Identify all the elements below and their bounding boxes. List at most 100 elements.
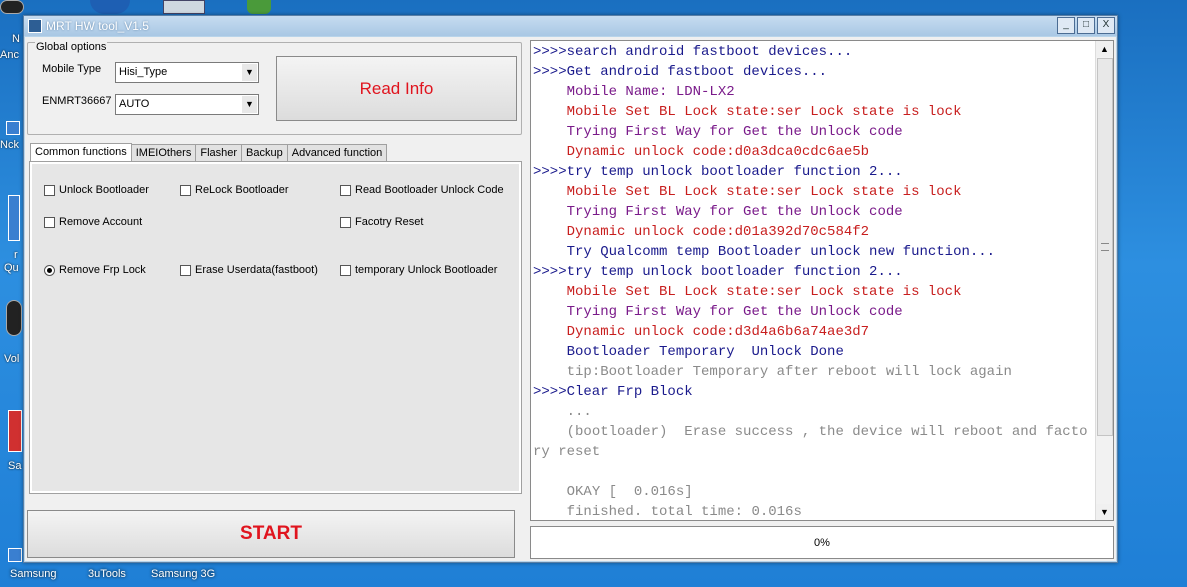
start-button[interactable]: START: [27, 510, 515, 558]
progress-bar: 0%: [530, 526, 1114, 559]
checkbox[interactable]: [340, 184, 351, 196]
desktop-icon-bottom-left[interactable]: [8, 548, 22, 562]
option-label: Erase Userdata(fastboot): [195, 264, 318, 276]
log-line: Trying First Way for Get the Unlock code: [533, 304, 903, 320]
read-bootloader-unlock-code-option[interactable]: Read Bootloader Unlock Code: [340, 184, 504, 196]
teamviewer-icon: [90, 0, 130, 14]
log-line: Trying First Way for Get the Unlock code: [533, 124, 903, 140]
android-icon: [247, 0, 271, 14]
desktop-icon-monitor[interactable]: [163, 0, 205, 14]
log-line: Bootloader Temporary Unlock Done: [533, 344, 844, 360]
app-icon: [8, 195, 20, 241]
scroll-up-icon[interactable]: ▲: [1096, 41, 1113, 57]
checkbox[interactable]: [44, 184, 55, 196]
option-label: ReLock Bootloader: [195, 184, 289, 196]
tab-advanced-function[interactable]: Advanced function: [286, 144, 388, 161]
tab-common-functions[interactable]: Common functions: [30, 143, 132, 162]
desktop-icon-vol[interactable]: Vol: [4, 300, 22, 365]
log-line: >>>>try temp unlock bootloader function …: [533, 264, 903, 280]
window-client: Global options Mobile Type Hisi_Type ▼ E…: [25, 37, 1116, 561]
desktop-label-samsung[interactable]: Samsung: [10, 568, 56, 580]
enmrt-label: ENMRT36667: [42, 95, 112, 107]
progress-text: 0%: [814, 536, 830, 549]
app-window: MRT HW tool_V1.5 _ □ X Global options Mo…: [23, 15, 1118, 563]
remove-frp-lock-option[interactable]: Remove Frp Lock: [44, 264, 146, 276]
factory-reset-option[interactable]: Facotry Reset: [340, 216, 423, 228]
log-output[interactable]: >>>>search android fastboot devices... >>…: [530, 40, 1114, 521]
checkbox[interactable]: [180, 264, 191, 276]
read-info-button[interactable]: Read Info: [276, 56, 517, 121]
enmrt-value: AUTO: [119, 98, 150, 110]
desktop-label: Sa: [8, 460, 22, 472]
unlock-bootloader-option[interactable]: Unlock Bootloader: [44, 184, 149, 196]
group-legend: Global options: [35, 41, 108, 53]
app-icon: [28, 19, 42, 33]
mobile-type-select[interactable]: Hisi_Type ▼: [115, 62, 259, 83]
checkbox[interactable]: [340, 264, 351, 276]
chevron-down-icon[interactable]: ▼: [242, 64, 257, 81]
option-label: Read Bootloader Unlock Code: [355, 184, 504, 196]
log-line: Mobile Set BL Lock state:ser Lock state …: [533, 104, 962, 120]
grip-icon: [1101, 243, 1109, 251]
temporary-unlock-bootloader-option[interactable]: temporary Unlock Bootloader: [340, 264, 497, 276]
tab-flasher[interactable]: Flasher: [195, 144, 243, 161]
log-line: ...: [533, 404, 592, 420]
log-line: >>>>try temp unlock bootloader function …: [533, 164, 903, 180]
relock-bootloader-option[interactable]: ReLock Bootloader: [180, 184, 289, 196]
log-line: OKAY [ 0.016s]: [533, 484, 693, 500]
window-controls: _ □ X: [1057, 17, 1115, 34]
option-label: Unlock Bootloader: [59, 184, 149, 196]
app-icon: [8, 548, 22, 562]
desktop-label: N: [12, 33, 20, 45]
radio-button[interactable]: [44, 264, 55, 276]
desktop-icon-samsung-side[interactable]: Sa: [8, 410, 22, 472]
desktop-icon-qu[interactable]: r Qu: [4, 195, 20, 274]
log-line: >>>>Clear Frp Block: [533, 384, 693, 400]
global-options-group: Global options Mobile Type Hisi_Type ▼ E…: [27, 41, 522, 135]
tab-imei-others[interactable]: IMEIOthers: [130, 144, 197, 161]
desktop-label: Nck: [0, 139, 19, 151]
function-tabs: Common functions IMEIOthers Flasher Back…: [30, 143, 388, 162]
tab-panel-inner: Unlock Bootloader ReLock Bootloader Read…: [32, 164, 519, 491]
remove-account-option[interactable]: Remove Account: [44, 216, 142, 228]
log-line: (bootloader) Erase success , the device …: [533, 424, 1088, 460]
app-icon: [0, 0, 24, 14]
minimize-button[interactable]: _: [1057, 17, 1075, 34]
scroll-down-icon[interactable]: ▼: [1096, 504, 1113, 520]
log-line: Dynamic unlock code:d01a392d70c584f2: [533, 224, 870, 240]
erase-userdata-option[interactable]: Erase Userdata(fastboot): [180, 264, 318, 276]
log-line: Mobile Set BL Lock state:ser Lock state …: [533, 284, 962, 300]
log-scrollbar[interactable]: ▲ ▼: [1095, 41, 1113, 520]
checkbox[interactable]: [44, 216, 55, 228]
close-button[interactable]: X: [1097, 17, 1115, 34]
log-line: Trying First Way for Get the Unlock code: [533, 204, 903, 220]
window-title: MRT HW tool_V1.5: [46, 19, 149, 33]
log-line: Try Qualcomm temp Bootloader unlock new …: [533, 244, 996, 260]
desktop-label-side: N: [12, 33, 20, 45]
maximize-button[interactable]: □: [1077, 17, 1095, 34]
desktop-icon-android[interactable]: [247, 0, 271, 14]
desktop-icon-teamviewer[interactable]: [90, 0, 130, 14]
desktop-label-side: Anc: [0, 49, 19, 61]
option-label: Remove Frp Lock: [59, 264, 146, 276]
desktop-label-samsung-3g[interactable]: Samsung 3G: [151, 568, 215, 580]
chevron-down-icon[interactable]: ▼: [242, 96, 257, 113]
option-label: temporary Unlock Bootloader: [355, 264, 498, 276]
desktop-icon-top-left[interactable]: [0, 0, 24, 14]
scroll-thumb[interactable]: [1097, 58, 1113, 436]
enmrt-select[interactable]: AUTO ▼: [115, 94, 259, 115]
tab-backup[interactable]: Backup: [241, 144, 288, 161]
checkbox[interactable]: [180, 184, 191, 196]
log-line: tip:Bootloader Temporary after reboot wi…: [533, 364, 1012, 380]
log-text: >>>>search android fastboot devices... >>…: [533, 42, 1093, 520]
log-line: finished. total time: 0.016s: [533, 504, 802, 520]
log-line: Mobile Set BL Lock state:ser Lock state …: [533, 184, 962, 200]
log-line: >>>>Get android fastboot devices...: [533, 64, 828, 80]
desktop-label-3utools[interactable]: 3uTools: [88, 568, 126, 580]
desktop-label: Vol: [4, 353, 20, 365]
desktop-icon-nck[interactable]: Nck: [0, 121, 20, 151]
nck-icon: [6, 121, 20, 135]
title-bar[interactable]: MRT HW tool_V1.5 _ □ X: [24, 16, 1117, 36]
checkbox[interactable]: [340, 216, 351, 228]
